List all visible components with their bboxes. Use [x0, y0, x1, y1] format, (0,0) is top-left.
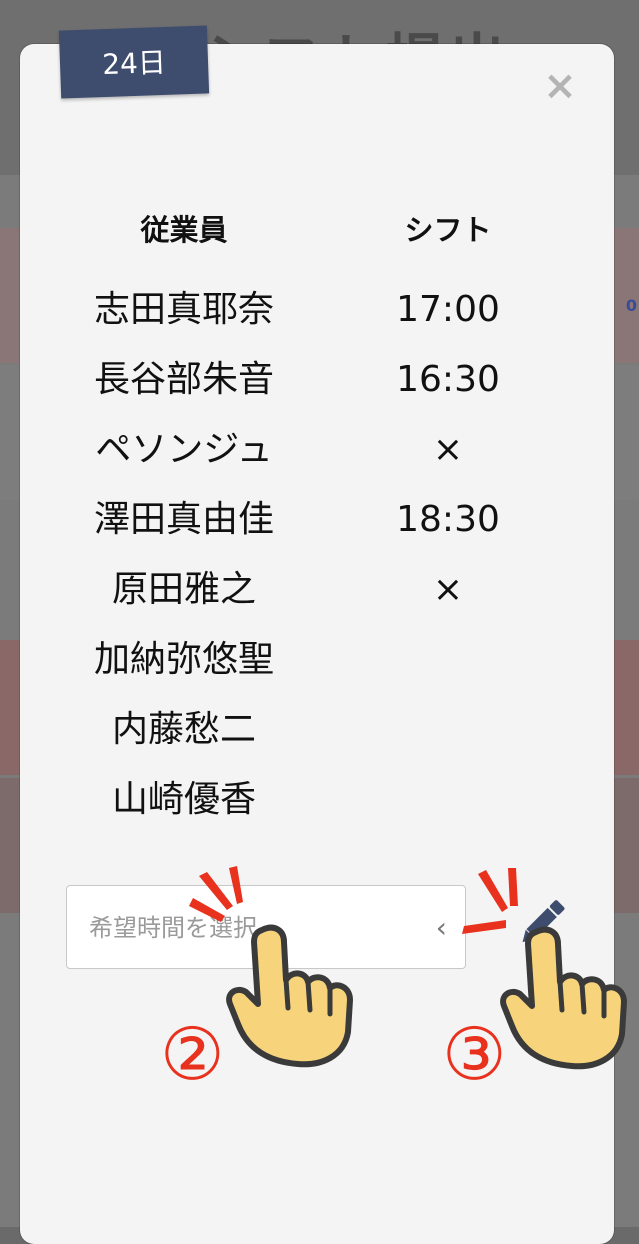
employee-name: 長谷部朱音	[93, 359, 274, 400]
table-row: 加納弥悠聖	[0, 630, 639, 690]
close-icon[interactable]: ×	[540, 66, 580, 106]
step-3-label: ③	[442, 1012, 507, 1096]
employee-name: 内藤愁二	[111, 709, 256, 750]
date-tag: 24日	[58, 25, 210, 99]
employee-name: 澤田真由佳	[93, 499, 274, 540]
table-row: 志田真耶奈 17:00	[0, 280, 639, 340]
shift-time: 16:30	[396, 359, 500, 400]
employee-name: 原田雅之	[111, 569, 256, 610]
shift-time: ×	[432, 569, 464, 610]
shift-time: 18:30	[396, 499, 500, 540]
table-row: 内藤愁二	[0, 700, 639, 760]
chevron-left-icon: ‹	[435, 911, 447, 944]
step-2-label: ②	[160, 1012, 225, 1096]
shift-time: ×	[432, 429, 464, 470]
shift-time: 17:00	[396, 289, 500, 330]
employee-name: 加納弥悠聖	[93, 639, 274, 680]
table-row: 長谷部朱音 16:30	[0, 350, 639, 410]
table-row: 山崎優香	[0, 770, 639, 830]
employee-column-header: 従業員	[140, 213, 228, 247]
table-row: 原田雅之 ×	[0, 560, 639, 620]
table-row: ペソンジュ ×	[0, 420, 639, 480]
shift-column-header: シフト	[404, 213, 492, 247]
pointing-hand-icon	[226, 924, 353, 1068]
pointing-hand-icon	[500, 926, 627, 1070]
employee-name: 志田真耶奈	[93, 289, 274, 330]
table-row: 澤田真由佳 18:30	[0, 490, 639, 550]
table-header: 従業員 シフト	[0, 207, 639, 251]
employee-name: ペソンジュ	[95, 429, 273, 470]
employee-name: 山崎優香	[111, 779, 256, 820]
